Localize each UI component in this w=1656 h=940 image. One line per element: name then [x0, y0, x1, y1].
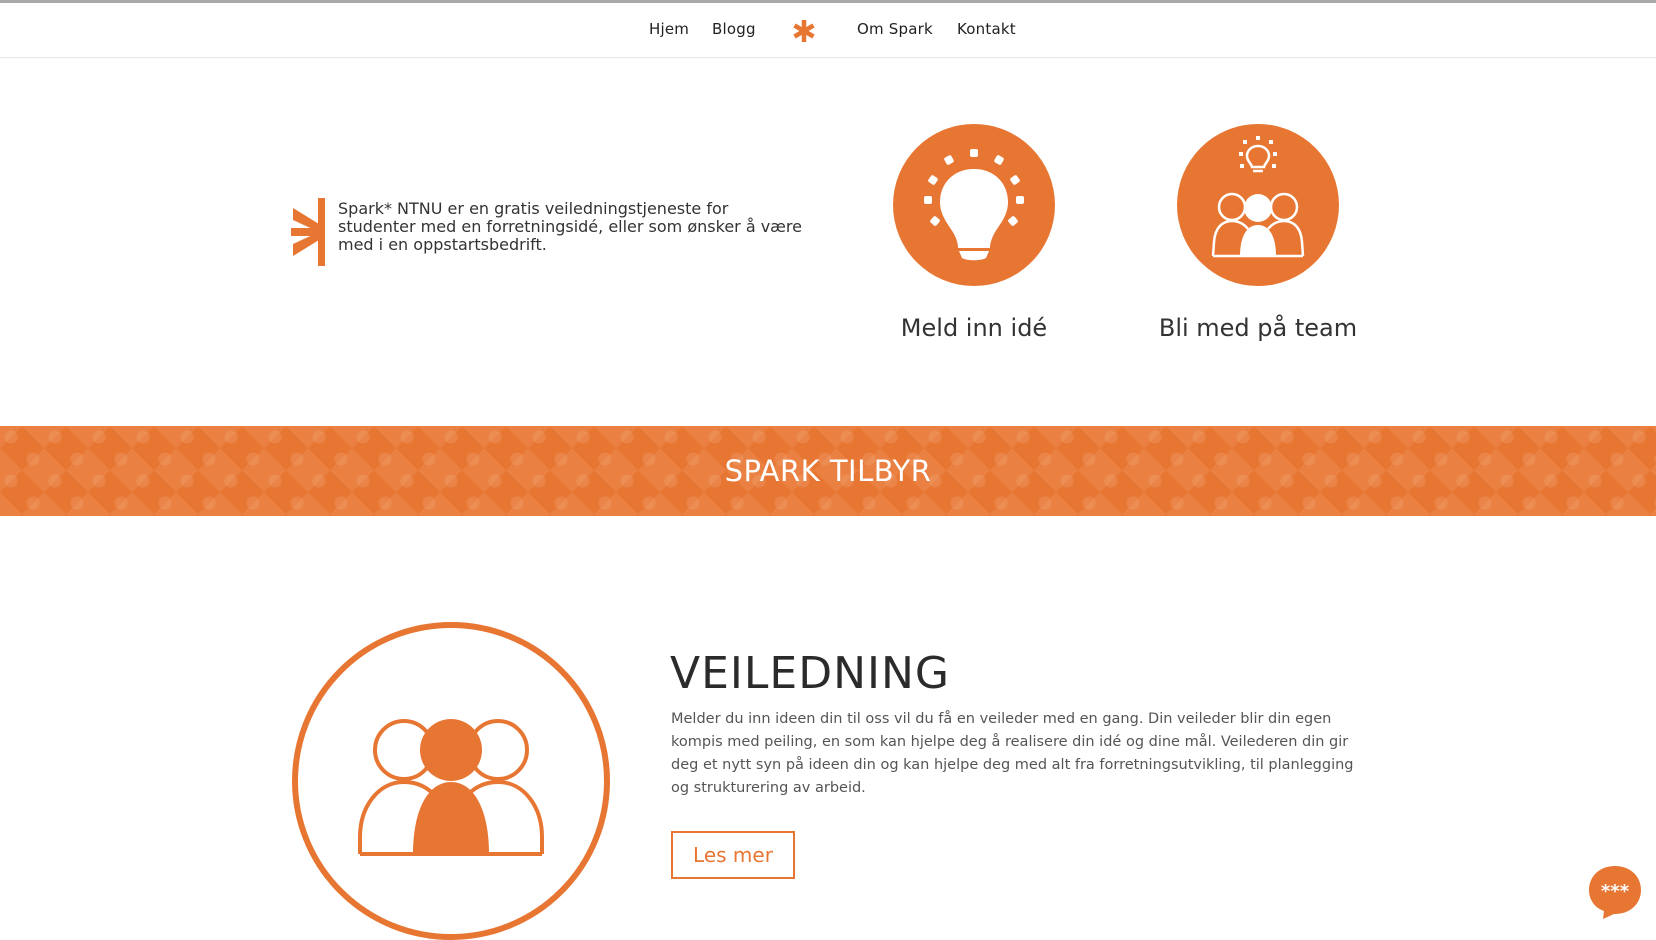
navbar: Hjem Blogg Om Spark Kontakt [0, 3, 1656, 58]
nav-kontakt[interactable]: Kontakt [957, 20, 1016, 38]
les-mer-button[interactable]: Les mer [671, 831, 795, 879]
nav-hjem[interactable]: Hjem [649, 20, 689, 38]
offer-title: VEILEDNING [670, 648, 950, 699]
team-circle [1177, 124, 1339, 286]
team-icon [1211, 136, 1305, 258]
spark-logo-mark [291, 198, 325, 266]
nav-om-spark[interactable]: Om Spark [857, 20, 933, 38]
group-icon [292, 622, 610, 940]
lightbulb-icon [924, 149, 1024, 261]
banner-title: SPARK TILBYR [724, 454, 932, 488]
chat-glyph: *** [1601, 881, 1630, 902]
idea-circle [893, 124, 1055, 286]
nav-blogg[interactable]: Blogg [712, 20, 756, 38]
bli-med-pa-team-label: Bli med på team [1158, 314, 1358, 342]
meld-inn-ide-label: Meld inn idé [900, 314, 1048, 342]
asterisk-icon[interactable] [792, 19, 816, 43]
bli-med-pa-team-button[interactable]: Bli med på team [1128, 124, 1388, 342]
offer-text: Melder du inn ideen din til oss vil du f… [671, 711, 1354, 796]
spark-tilbyr-banner: SPARK TILBYR [0, 426, 1656, 516]
chat-bubble-icon[interactable]: *** [1587, 864, 1643, 920]
intro-text: Spark* NTNU er en gratis veiledningstjen… [338, 199, 802, 254]
meld-inn-ide-button[interactable]: Meld inn idé [844, 124, 1104, 342]
